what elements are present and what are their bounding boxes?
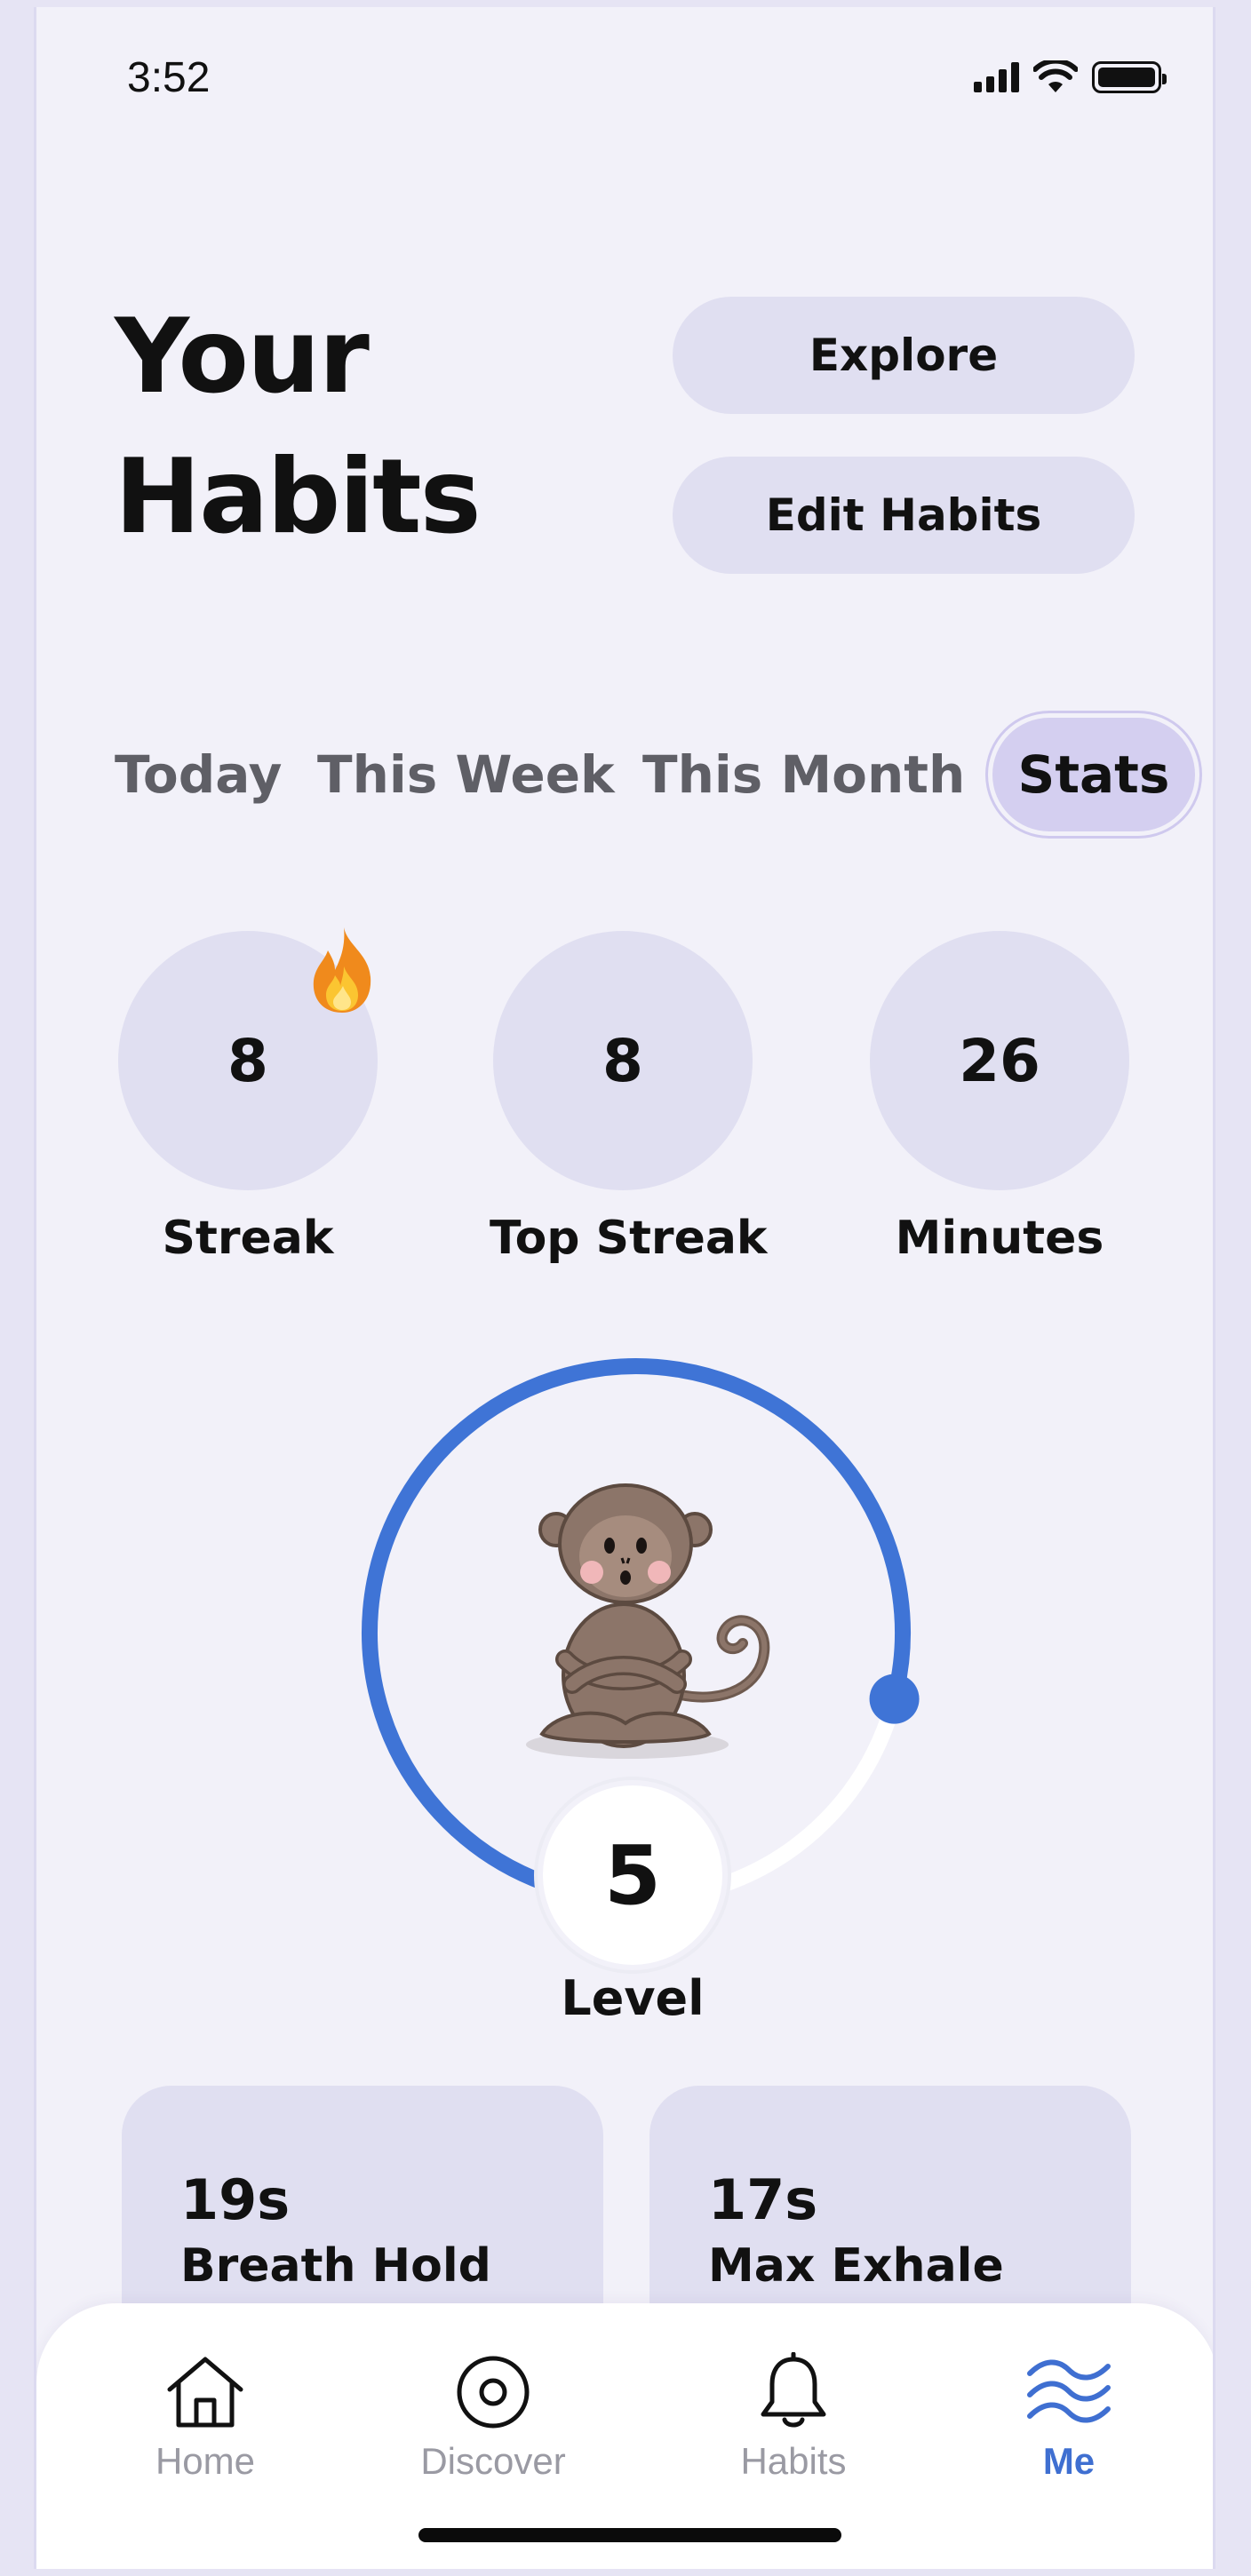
minutes-label: Minutes bbox=[895, 1212, 1104, 1265]
period-tabs: Today This Week This Month Stats bbox=[111, 718, 1195, 831]
minutes-circle: 26 bbox=[870, 931, 1129, 1190]
battery-icon bbox=[1092, 61, 1167, 93]
nav-habits-label: Habits bbox=[740, 2440, 847, 2482]
level-badge: 5 bbox=[538, 1780, 728, 1970]
page-title: Your Habits bbox=[115, 287, 577, 568]
streak-circle: 8 bbox=[118, 927, 378, 1190]
nav-discover-label: Discover bbox=[420, 2440, 566, 2482]
minutes-value: 26 bbox=[959, 1026, 1040, 1095]
home-indicator bbox=[418, 2528, 841, 2542]
streak-stat: 8 Streak bbox=[115, 927, 381, 1265]
meditating-monkey-icon bbox=[526, 1483, 770, 1759]
wifi-icon bbox=[1033, 60, 1078, 92]
breath-hold-label: Breath Hold bbox=[180, 2239, 491, 2293]
minutes-stat: 26 Minutes bbox=[866, 931, 1133, 1265]
level-label: Level bbox=[561, 1970, 705, 2026]
max-exhale-label: Max Exhale bbox=[708, 2239, 1004, 2293]
breath-hold-value: 19s bbox=[180, 2167, 291, 2232]
flame-icon bbox=[313, 927, 371, 1013]
top-streak-label: Top Streak bbox=[490, 1212, 768, 1265]
page-title-line1: Your bbox=[115, 297, 370, 417]
home-icon bbox=[167, 2357, 243, 2428]
top-streak-stat: 8 Top Streak bbox=[490, 931, 768, 1265]
explore-button[interactable]: Explore bbox=[673, 297, 1135, 414]
nav-discover[interactable]: Discover bbox=[378, 2348, 609, 2483]
level-ring-knob bbox=[869, 1674, 920, 1724]
tab-this-month[interactable]: This Month bbox=[642, 718, 965, 831]
level-value: 5 bbox=[603, 1827, 661, 1923]
tab-today[interactable]: Today bbox=[115, 718, 282, 831]
page-title-line2: Habits bbox=[115, 437, 482, 557]
tab-stats[interactable]: Stats bbox=[992, 718, 1195, 831]
bell-icon bbox=[761, 2352, 826, 2428]
nav-habits[interactable]: Habits bbox=[678, 2348, 909, 2483]
status-icons bbox=[974, 60, 1167, 94]
status-time: 3:52 bbox=[127, 54, 211, 101]
edit-habits-button[interactable]: Edit Habits bbox=[673, 457, 1135, 574]
streak-value: 8 bbox=[227, 1026, 268, 1095]
nav-me-label: Me bbox=[1042, 2440, 1096, 2482]
nav-home[interactable]: Home bbox=[90, 2348, 321, 2483]
nav-me[interactable]: Me bbox=[953, 2348, 1184, 2483]
tab-this-week[interactable]: This Week bbox=[317, 718, 615, 831]
top-streak-circle: 8 bbox=[493, 931, 753, 1190]
waves-icon bbox=[1027, 2359, 1111, 2423]
cellular-signal-icon bbox=[974, 62, 1019, 92]
discover-icon bbox=[457, 2356, 530, 2429]
streak-label: Streak bbox=[162, 1212, 334, 1265]
max-exhale-value: 17s bbox=[708, 2167, 818, 2232]
app-screen: 3:52 Your Habits Explore Edit Habits Tod… bbox=[34, 7, 1215, 2569]
nav-home-label: Home bbox=[155, 2440, 256, 2482]
top-streak-value: 8 bbox=[602, 1026, 643, 1095]
